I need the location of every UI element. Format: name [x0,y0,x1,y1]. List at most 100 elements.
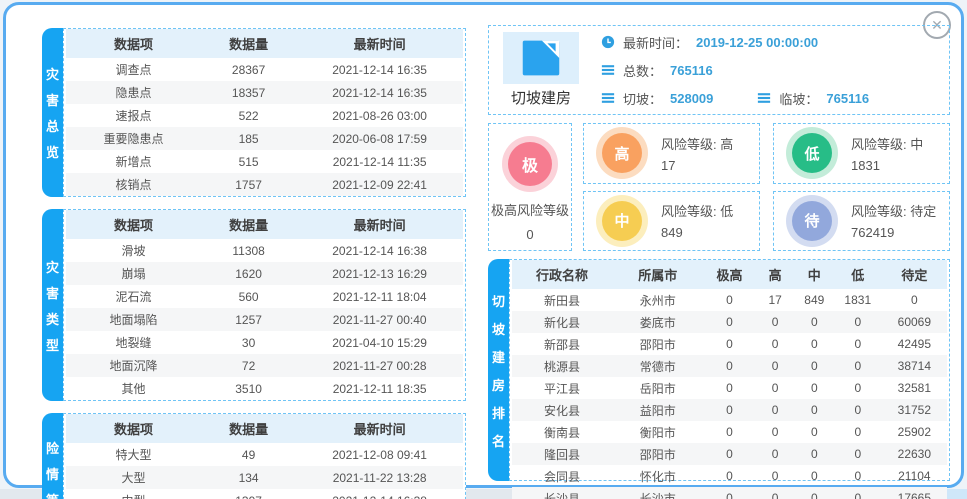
column-header: 待定 [882,260,947,289]
info-lines: 最新时间： 2019-12-25 00:00:00 总数： 765116 [585,33,945,108]
high-cell: 0 [756,333,795,355]
risk-card-pending[interactable]: 待 风险等级: 待定 762419 [773,191,950,252]
risk-value: 1831 [851,158,923,173]
pending-cell: 25902 [882,421,947,443]
county-cell: 新田县 [512,289,612,311]
risk-card-medium[interactable]: 低 风险等级: 中 1831 [773,123,950,184]
slope-house-label: 切坡建房 [511,87,571,108]
tab-char: 排 [492,403,505,422]
data-count-cell: 522 [201,104,296,127]
column-header: 数据量 [201,210,296,239]
data-item-cell: 重要隐患点 [66,127,201,150]
medium-cell: 0 [795,399,834,421]
city-cell: 邵阳市 [612,333,703,355]
low-cell: 0 [834,487,882,499]
data-time-cell: 2021-12-09 22:41 [296,173,463,196]
ranking-row[interactable]: 桃源县 常德市 0 0 0 0 38714 [512,355,947,377]
ranking-row[interactable]: 平江县 岳阳市 0 0 0 0 32581 [512,377,947,399]
header-row: 数据项数据量最新时间 [66,29,463,58]
tab-char: 名 [492,431,505,450]
tab-char: 类 [46,309,59,328]
risk-badge-ring: 高 [596,127,648,179]
data-time-cell: 2021-12-14 16:38 [296,239,463,262]
extreme-cell: 0 [703,377,755,399]
risk-badge-extreme: 极 [508,142,552,186]
clock-icon [601,35,615,49]
medium-cell: 0 [795,487,834,499]
pending-cell: 60069 [882,311,947,333]
dashboard-modal: ✕ 灾害总览 数据项数据量最新时间 调查点 28367 2021-12-14 1… [3,2,964,488]
tab-char: 害 [46,90,59,109]
qiepo-value: 528009 [670,91,713,106]
data-count-cell: 30 [201,331,296,354]
column-header: 极高 [703,260,755,289]
ranking-row[interactable]: 新化县 娄底市 0 0 0 0 60069 [512,311,947,333]
disaster-overview-table-wrap: 数据项数据量最新时间 调查点 28367 2021-12-14 16:35 隐患… [63,28,466,197]
county-cell: 隆回县 [512,443,612,465]
tab-char: 害 [46,283,59,302]
county-cell: 新邵县 [512,333,612,355]
list-icon [757,91,771,105]
ranking-row[interactable]: 衡南县 衡阳市 0 0 0 0 25902 [512,421,947,443]
low-cell: 0 [834,333,882,355]
city-cell: 岳阳市 [612,377,703,399]
high-cell: 0 [756,311,795,333]
risk-label: 风险等级: 待定 [851,201,936,220]
data-item-cell: 核销点 [66,173,201,196]
ranking-row[interactable]: 安化县 益阳市 0 0 0 0 31752 [512,399,947,421]
data-item-cell: 中型 [66,489,201,499]
table-row: 泥石流 560 2021-12-11 18:04 [66,285,463,308]
ranking-row[interactable]: 新田县 永州市 0 17 849 1831 0 [512,289,947,311]
ranking-table: 行政名称所属市极高高中低待定 新田县 永州市 0 17 849 1831 0 新… [512,260,947,499]
total-label: 总数： [623,61,662,80]
tab-char: 总 [46,116,59,135]
ranking-row[interactable]: 新邵县 邵阳市 0 0 0 0 42495 [512,333,947,355]
ranking-row[interactable]: 隆回县 邵阳市 0 0 0 0 22630 [512,443,947,465]
data-item-cell: 崩塌 [66,262,201,285]
county-cell: 平江县 [512,377,612,399]
ranking-row[interactable]: 长沙县 长沙市 0 0 0 0 17665 [512,487,947,499]
county-cell: 安化县 [512,399,612,421]
data-count-cell: 11308 [201,239,296,262]
low-cell: 0 [834,399,882,421]
table-row: 特大型 49 2021-12-08 09:41 [66,443,463,466]
risk-card-extreme[interactable]: 极 极高风险等级 0 [488,123,572,251]
data-time-cell: 2021-12-14 11:35 [296,150,463,173]
risk-badge-ring: 待 [786,195,838,247]
table-row: 新增点 515 2021-12-14 11:35 [66,150,463,173]
data-item-cell: 泥石流 [66,285,201,308]
qiepo-label: 切坡： [623,89,662,108]
data-time-cell: 2021-11-27 00:40 [296,308,463,331]
header-row: 数据项数据量最新时间 [66,210,463,239]
medium-cell: 0 [795,377,834,399]
data-count-cell: 1397 [201,489,296,499]
risk-card-low[interactable]: 中 风险等级: 低 849 [583,191,760,252]
data-count-cell: 72 [201,354,296,377]
ranking-row[interactable]: 会同县 怀化市 0 0 0 0 21104 [512,465,947,487]
risk-card-high[interactable]: 高 风险等级: 高 17 [583,123,760,184]
tab-char: 切 [492,291,505,310]
header-row: 数据项数据量最新时间 [66,414,463,443]
data-item-cell: 地面塌陷 [66,308,201,331]
medium-cell: 0 [795,311,834,333]
city-cell: 娄底市 [612,311,703,333]
county-cell: 长沙县 [512,487,612,499]
column-header: 数据项 [66,210,201,239]
risk-badge-ring: 极 [502,136,558,192]
data-time-cell: 2020-06-08 17:59 [296,127,463,150]
city-cell: 永州市 [612,289,703,311]
low-cell: 0 [834,355,882,377]
tab-slope-ranking: 切坡建房排名 [488,259,509,481]
linpo-value: 765116 [826,91,869,106]
column-header: 最新时间 [296,414,463,443]
tab-char: 坡 [492,319,505,338]
low-cell: 0 [834,311,882,333]
low-cell: 0 [834,465,882,487]
city-cell: 怀化市 [612,465,703,487]
medium-cell: 0 [795,465,834,487]
tab-disaster-overview: 灾害总览 [42,28,63,197]
column-header: 中 [795,260,834,289]
table-row: 重要隐患点 185 2020-06-08 17:59 [66,127,463,150]
tab-char: 型 [46,335,59,354]
low-cell: 1831 [834,289,882,311]
